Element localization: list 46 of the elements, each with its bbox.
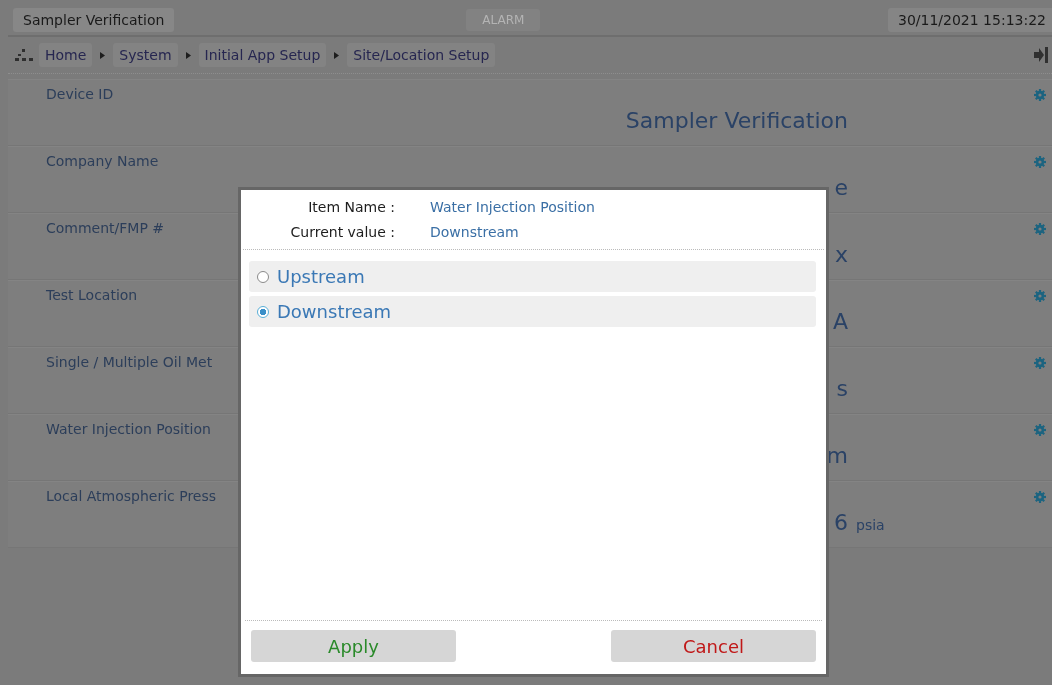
breadcrumb-link[interactable]: Home [39,43,93,67]
setting-label: Comment/FMP # [46,220,165,236]
setting-label: Single / Multiple Oil Met [46,354,213,370]
cancel-button[interactable]: Cancel [611,630,816,662]
caret-icon[interactable] [334,51,340,59]
setting-value: x [834,242,848,267]
setting-value: s [836,376,848,401]
breadcrumb-link[interactable]: Site/Location Setup [347,43,496,67]
unit-label: psia [856,517,885,533]
gear-icon[interactable] [1034,491,1046,503]
setting-label: Device ID [46,86,114,102]
setting-row[interactable]: Device ID Sampler Verification [8,79,1052,146]
gear-icon[interactable] [1034,424,1046,436]
caret-icon[interactable] [185,51,191,59]
setting-value: m [826,443,848,468]
radio-option[interactable]: Upstream [249,261,816,292]
radio-icon[interactable] [257,305,269,318]
gear-icon[interactable] [1034,89,1046,101]
radio-icon[interactable] [257,270,269,283]
sitemap-icon[interactable] [15,49,33,61]
screen-title: Sampler Verification [13,7,175,32]
setting-label: Company Name [46,153,159,169]
field-value: Water Injection Position [430,199,596,215]
gear-icon[interactable] [1034,290,1046,302]
breadcrumb-link[interactable]: System [113,43,178,67]
setting-value: A [832,309,848,334]
setting-value: Sampler Verification [625,108,848,133]
option-label: Downstream [277,301,392,322]
gear-icon[interactable] [1034,156,1046,168]
setting-value: 6 [834,510,848,535]
field-label: Current value : [289,224,395,240]
setting-label: Local Atmospheric Press [46,488,217,504]
exit-icon[interactable] [1034,47,1048,63]
setting-label: Test Location [46,287,138,303]
caret-icon[interactable] [100,51,106,59]
field-value: Downstream [430,224,520,240]
breadcrumb-link[interactable]: Initial App Setup [198,43,327,67]
apply-button[interactable]: Apply [251,630,456,662]
option-label: Upstream [277,266,365,287]
setting-value: e [834,175,848,200]
radio-option[interactable]: Downstream [249,296,816,327]
date-time: 30/11/2021 15:13:22 [887,7,1052,32]
field-label: Item Name : [307,199,395,215]
gear-icon[interactable] [1034,357,1046,369]
setting-label: Water Injection Position [46,421,211,437]
gear-icon[interactable] [1034,223,1046,235]
